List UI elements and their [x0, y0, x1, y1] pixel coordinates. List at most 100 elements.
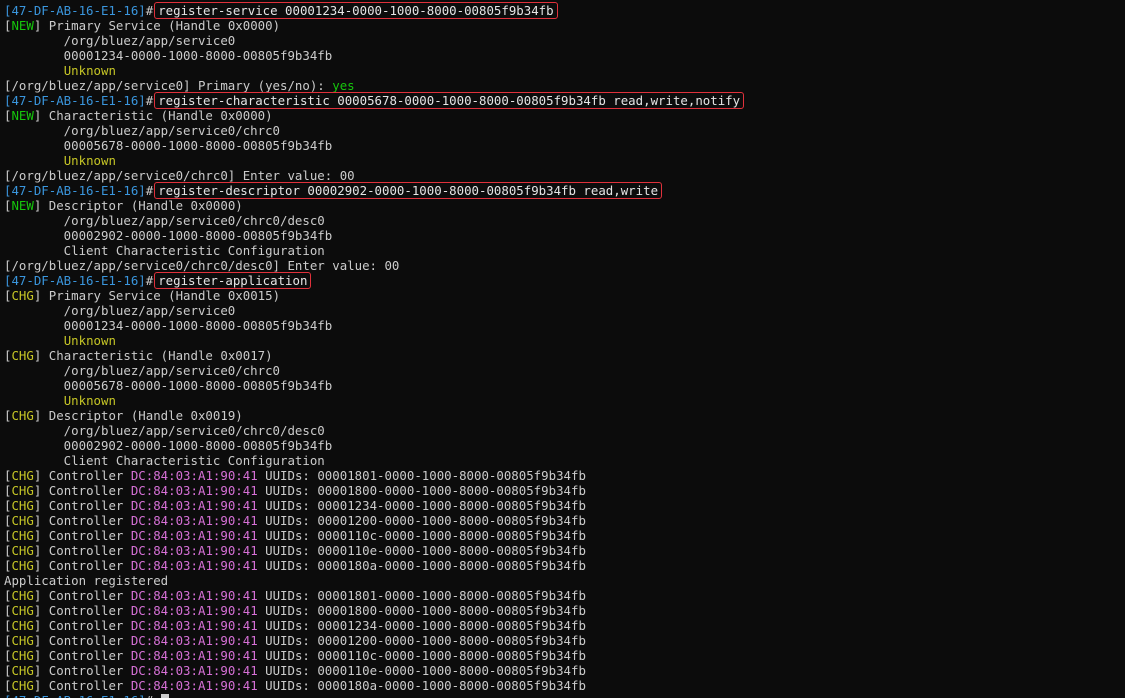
status-tag: CHG — [11, 603, 34, 618]
controller-address: DC:84:03:A1:90:41 — [130, 663, 258, 678]
output-text: ] Controller — [33, 588, 131, 603]
terminal-line: [CHG] Controller DC:84:03:A1:90:41 UUIDs… — [4, 543, 743, 558]
controller-address: DC:84:03:A1:90:41 — [130, 603, 258, 618]
terminal-line: [CHG] Controller DC:84:03:A1:90:41 UUIDs… — [4, 663, 743, 678]
output-text: UUIDs: 0000110e-0000-1000-8000-00805f9b3… — [257, 663, 586, 678]
output-text: ] Controller — [33, 663, 131, 678]
output-text: 00005678-0000-1000-8000-00805f9b34fb — [4, 138, 333, 153]
controller-address: DC:84:03:A1:90:41 — [130, 588, 258, 603]
status-tag: CHG — [11, 558, 34, 573]
terminal-line: Unknown — [4, 63, 743, 78]
highlighted-command: register-characteristic 00005678-0000-10… — [154, 92, 745, 109]
status-tag: CHG — [11, 648, 34, 663]
output-text: UUIDs: 00001801-0000-1000-8000-00805f9b3… — [257, 588, 586, 603]
controller-address: DC:84:03:A1:90:41 — [130, 483, 258, 498]
terminal-line: [NEW] Characteristic (Handle 0x0000) — [4, 108, 743, 123]
terminal-line: [/org/bluez/app/service0/chrc0] Enter va… — [4, 168, 743, 183]
output-text: 00002902-0000-1000-8000-00805f9b34fb — [4, 438, 333, 453]
output-text: UUIDs: 00001200-0000-1000-8000-00805f9b3… — [257, 633, 586, 648]
output-text: /org/bluez/app/service0/chrc0 — [4, 363, 281, 378]
output-text: Client Characteristic Configuration — [4, 453, 325, 468]
output-text: # — [145, 93, 154, 108]
terminal-line: [CHG] Descriptor (Handle 0x0019) — [4, 408, 743, 423]
terminal-line: 00001234-0000-1000-8000-00805f9b34fb — [4, 48, 743, 63]
output-text: UUIDs: 0000110c-0000-1000-8000-00805f9b3… — [257, 648, 586, 663]
output-text: [/org/bluez/app/service0/chrc0] Enter va… — [4, 168, 355, 183]
status-tag: NEW — [11, 198, 34, 213]
terminal-line: 00005678-0000-1000-8000-00805f9b34fb — [4, 378, 743, 393]
output-text: ] Controller — [33, 603, 131, 618]
output-text: ] Controller — [33, 633, 131, 648]
output-text: ] Controller — [33, 513, 131, 528]
output-text: [/org/bluez/app/service0/chrc0/desc0] En… — [4, 258, 400, 273]
controller-address: DC:84:03:A1:90:41 — [130, 618, 258, 633]
output-text: ] Controller — [33, 468, 131, 483]
terminal-line: [NEW] Descriptor (Handle 0x0000) — [4, 198, 743, 213]
status-tag: CHG — [11, 528, 34, 543]
output-text: UUIDs: 0000180a-0000-1000-8000-00805f9b3… — [257, 678, 586, 693]
output-text: ] Characteristic (Handle 0x0017) — [33, 348, 273, 363]
output-text: 00001234-0000-1000-8000-00805f9b34fb — [4, 318, 333, 333]
controller-address: DC:84:03:A1:90:41 — [130, 558, 258, 573]
status-tag: CHG — [11, 498, 34, 513]
output-text: Unknown — [63, 393, 116, 408]
terminal-line: [CHG] Controller DC:84:03:A1:90:41 UUIDs… — [4, 678, 743, 693]
output-text: ] Controller — [33, 648, 131, 663]
terminal-line: Unknown — [4, 393, 743, 408]
output-text: UUIDs: 00001234-0000-1000-8000-00805f9b3… — [257, 618, 586, 633]
shell-prompt: [47-DF-AB-16-E1-16] — [4, 3, 146, 18]
output-text: ] Controller — [33, 543, 131, 558]
terminal-line: [CHG] Controller DC:84:03:A1:90:41 UUIDs… — [4, 618, 743, 633]
output-text: ] Primary Service (Handle 0x0015) — [33, 288, 281, 303]
controller-address: DC:84:03:A1:90:41 — [130, 678, 258, 693]
output-text: yes — [332, 78, 355, 93]
output-text: UUIDs: 00001800-0000-1000-8000-00805f9b3… — [257, 483, 586, 498]
terminal-output: [47-DF-AB-16-E1-16]# register-service 000… — [4, 2, 745, 698]
shell-prompt: [47-DF-AB-16-E1-16] — [4, 273, 146, 288]
output-text: # — [145, 3, 154, 18]
status-tag: CHG — [11, 678, 34, 693]
terminal-line: 00005678-0000-1000-8000-00805f9b34fb — [4, 138, 743, 153]
controller-address: DC:84:03:A1:90:41 — [130, 468, 258, 483]
output-text: Unknown — [63, 333, 116, 348]
terminal-line: Client Characteristic Configuration — [4, 453, 743, 468]
terminal-window[interactable]: [47-DF-AB-16-E1-16]# register-service 000… — [0, 0, 1125, 698]
controller-address: DC:84:03:A1:90:41 — [130, 648, 258, 663]
terminal-line: /org/bluez/app/service0/chrc0 — [4, 363, 743, 378]
terminal-line: [CHG] Controller DC:84:03:A1:90:41 UUIDs… — [4, 513, 743, 528]
status-tag: CHG — [11, 513, 34, 528]
output-text: Application registered — [4, 573, 169, 588]
status-tag: NEW — [11, 18, 34, 33]
output-text: ] Controller — [33, 618, 131, 633]
controller-address: DC:84:03:A1:90:41 — [130, 513, 258, 528]
terminal-line: [CHG] Controller DC:84:03:A1:90:41 UUIDs… — [4, 603, 743, 618]
terminal-line: [CHG] Controller DC:84:03:A1:90:41 UUIDs… — [4, 558, 743, 573]
status-tag: CHG — [11, 288, 34, 303]
highlighted-command: register-application — [154, 272, 312, 289]
output-text: ] Descriptor (Handle 0x0019) — [33, 408, 243, 423]
output-text: [/org/bluez/app/service0] Primary (yes/n… — [4, 78, 333, 93]
terminal-line: [CHG] Primary Service (Handle 0x0015) — [4, 288, 743, 303]
terminal-line: Application registered — [4, 573, 743, 588]
output-text: UUIDs: 00001801-0000-1000-8000-00805f9b3… — [257, 468, 586, 483]
shell-prompt: [47-DF-AB-16-E1-16] — [4, 183, 146, 198]
status-tag: CHG — [11, 663, 34, 678]
terminal-line: [/org/bluez/app/service0/chrc0/desc0] En… — [4, 258, 743, 273]
output-text: UUIDs: 00001200-0000-1000-8000-00805f9b3… — [257, 513, 586, 528]
output-text: ] Controller — [33, 528, 131, 543]
output-text: 00001234-0000-1000-8000-00805f9b34fb — [4, 48, 333, 63]
terminal-line: /org/bluez/app/service0/chrc0/desc0 — [4, 423, 743, 438]
status-tag: CHG — [11, 543, 34, 558]
terminal-line: [47-DF-AB-16-E1-16]# register-characteris… — [4, 92, 745, 109]
terminal-line: 00002902-0000-1000-8000-00805f9b34fb — [4, 438, 743, 453]
controller-address: DC:84:03:A1:90:41 — [130, 633, 258, 648]
output-text: UUIDs: 0000110c-0000-1000-8000-00805f9b3… — [257, 528, 586, 543]
output-text: /org/bluez/app/service0/chrc0 — [4, 123, 281, 138]
output-text: ] Descriptor (Handle 0x0000) — [33, 198, 243, 213]
output-text: ] Controller — [33, 558, 131, 573]
output-text: 00005678-0000-1000-8000-00805f9b34fb — [4, 378, 333, 393]
output-text: 00002902-0000-1000-8000-00805f9b34fb — [4, 228, 333, 243]
